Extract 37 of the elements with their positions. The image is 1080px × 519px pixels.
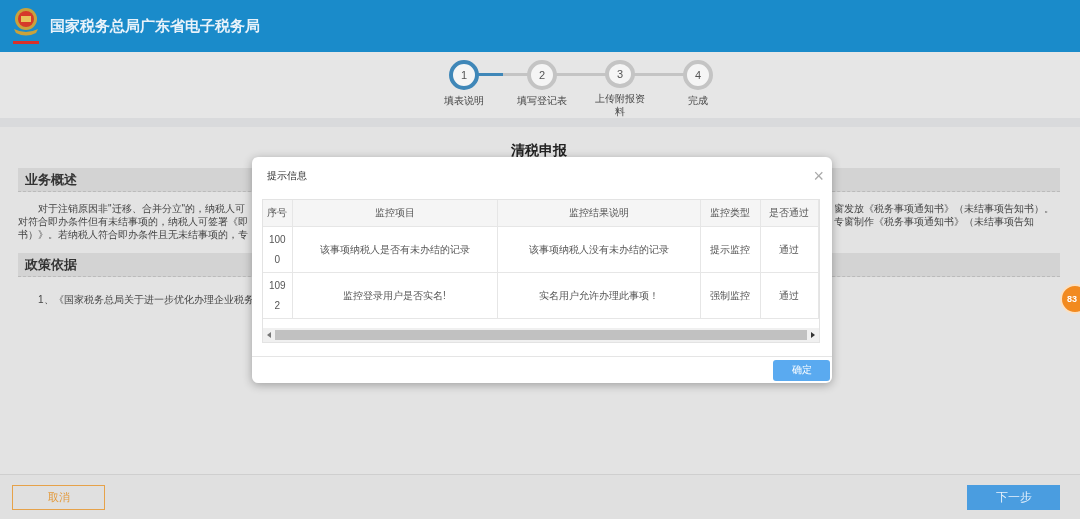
step-circle: 1 <box>449 60 479 90</box>
table-cell: 提示监控 <box>700 226 760 273</box>
paragraph-line: 窗发放《税务事项通知书》（未结事项告知书）。 <box>834 202 1054 215</box>
paragraph-line: 1、《国家税务总局关于进一步优化办理企业税务 <box>38 293 254 306</box>
step-circle: 2 <box>527 60 557 90</box>
table-cell: 强制监控 <box>700 272 760 319</box>
table-cell: 通过 <box>760 226 819 273</box>
cancel-button[interactable]: 取消 <box>12 484 105 510</box>
step-circle: 3 <box>605 60 635 88</box>
paragraph-line: 对于注销原因非"迁移、合并分立"的，纳税人可 <box>38 202 246 215</box>
paragraph-line: 对符合即办条件但有未结事项的，纳税人可签署《即 <box>18 215 248 228</box>
table-cell: 1000 <box>263 226 292 273</box>
table-cell: 通过 <box>760 272 819 319</box>
step-circle: 4 <box>683 60 713 90</box>
next-button[interactable]: 下一步 <box>967 484 1060 510</box>
dialog-title: 提示信息 <box>267 169 307 183</box>
step-label: 上传附报资料 <box>594 92 646 118</box>
page-title: 清税申报 <box>511 142 567 160</box>
table-cell: 实名用户允许办理此事项！ <box>497 272 700 319</box>
table-cell: 该事项纳税人没有未办结的记录 <box>497 226 700 273</box>
table-cell: 1092 <box>263 272 292 319</box>
confirm-button[interactable]: 确定 <box>773 359 830 381</box>
column-header: 监控项目 <box>292 200 497 227</box>
step-label: 填写登记表 <box>516 94 568 107</box>
site-title: 国家税务总局广东省电子税务局 <box>50 16 260 36</box>
paragraph-line: 书）》。若纳税人符合即办条件且无未结事项的，专 <box>18 228 248 241</box>
close-button[interactable]: × <box>813 167 824 185</box>
table-cell: 监控登录用户是否实名! <box>292 272 497 319</box>
column-header: 监控类型 <box>700 200 760 227</box>
column-header: 监控结果说明 <box>497 200 700 227</box>
step-label: 填表说明 <box>443 94 485 107</box>
step-label: 完成 <box>687 94 709 107</box>
column-header: 是否通过 <box>760 200 819 227</box>
column-header: 序号 <box>263 200 292 227</box>
table-cell: 该事项纳税人是否有未办结的记录 <box>292 226 497 273</box>
paragraph-line: 专窗制作《税务事项通知书》（未结事项告知 <box>834 215 1034 228</box>
floating-badge[interactable]: 83 <box>1060 284 1080 314</box>
